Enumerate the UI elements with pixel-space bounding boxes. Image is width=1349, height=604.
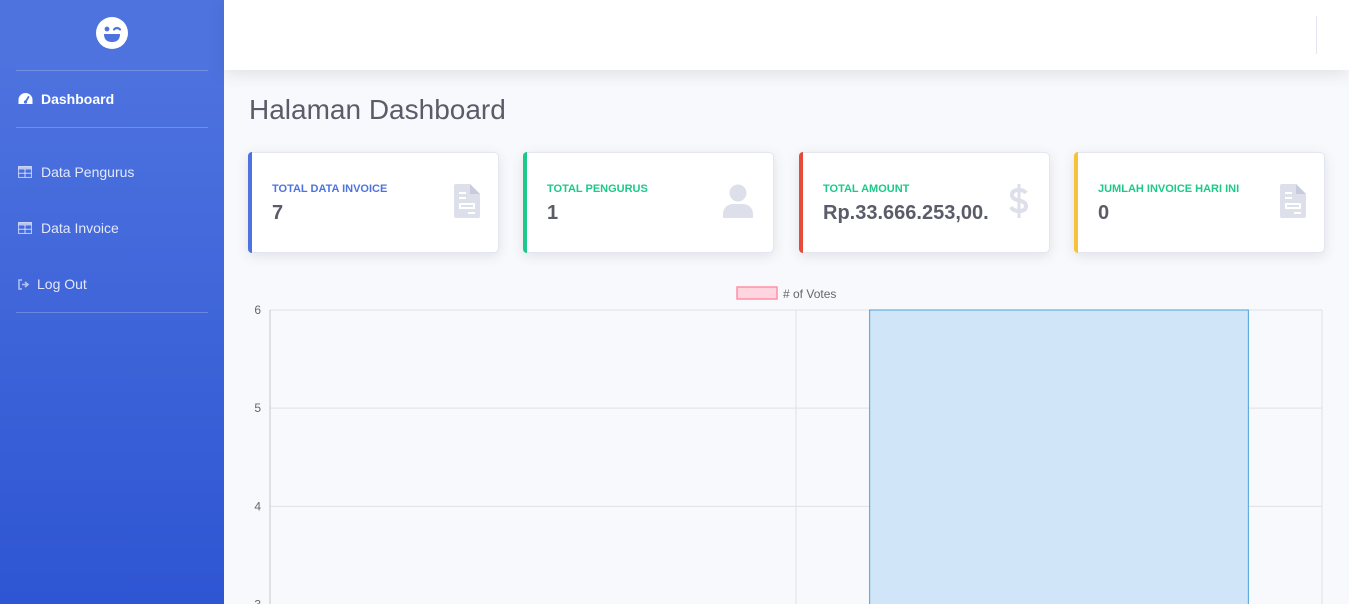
sidebar-item-label: Data Pengurus: [41, 164, 135, 180]
card-accent: [799, 152, 803, 253]
tachometer-icon: [18, 92, 33, 106]
legend-swatch: [736, 286, 778, 300]
file-invoice-icon: [1280, 184, 1306, 223]
laugh-wink-icon: [96, 16, 128, 54]
legend-label: # of Votes: [783, 287, 836, 301]
card-total-data-invoice: TOTAL DATA INVOICE 7: [248, 152, 499, 253]
bar: [869, 309, 1249, 604]
sidebar-item-dashboard[interactable]: Dashboard: [0, 71, 224, 127]
card-label: TOTAL AMOUNT: [823, 183, 910, 195]
card-value: Rp.33.666.253,00.: [823, 202, 989, 224]
sidebar: Dashboard Data Pengurus Data Invoice Log…: [0, 0, 224, 604]
file-invoice-icon: [454, 184, 480, 223]
sidebar-item-data-pengurus[interactable]: Data Pengurus: [0, 144, 224, 200]
y-tick-label: 6: [254, 303, 261, 317]
card-label: TOTAL DATA INVOICE: [272, 183, 388, 195]
card-accent: [523, 152, 527, 253]
card-accent: [248, 152, 252, 253]
topbar-divider: [1316, 16, 1317, 54]
card-label: TOTAL PENGURUS: [547, 183, 648, 195]
card-total-pengurus: TOTAL PENGURUS 1: [523, 152, 774, 253]
card-value: 7: [272, 202, 284, 224]
sidebar-item-data-invoice[interactable]: Data Invoice: [0, 200, 224, 256]
y-tick-label: 5: [254, 401, 261, 415]
page-title: Halaman Dashboard: [249, 94, 506, 125]
card-jumlah-invoice-hari-ini: JUMLAH INVOICE HARI INI 0: [1074, 152, 1325, 253]
sidebar-item-log-out[interactable]: Log Out: [0, 256, 224, 312]
votes-bar-chart: 6 5 4 3 # of Votes: [254, 286, 1323, 604]
card-value: 1: [547, 202, 559, 224]
dollar-icon: [1009, 184, 1029, 223]
sidebar-item-label: Data Invoice: [41, 220, 119, 236]
card-accent: [1074, 152, 1078, 253]
topbar: [224, 0, 1349, 70]
user-icon: [723, 184, 753, 223]
sidebar-brand[interactable]: [0, 0, 224, 70]
sidebar-item-label: Dashboard: [41, 91, 115, 107]
table-icon: [17, 221, 33, 235]
sidebar-divider: [16, 312, 208, 313]
card-total-amount: TOTAL AMOUNT Rp.33.666.253,00.: [799, 152, 1050, 253]
table-icon: [17, 165, 33, 179]
y-tick-label: 4: [254, 499, 261, 513]
card-label: JUMLAH INVOICE HARI INI: [1098, 183, 1240, 195]
y-tick-label: 3: [254, 598, 261, 604]
sign-out-icon: [18, 277, 30, 291]
card-value: 0: [1098, 202, 1110, 224]
sidebar-item-label: Log Out: [37, 276, 87, 292]
